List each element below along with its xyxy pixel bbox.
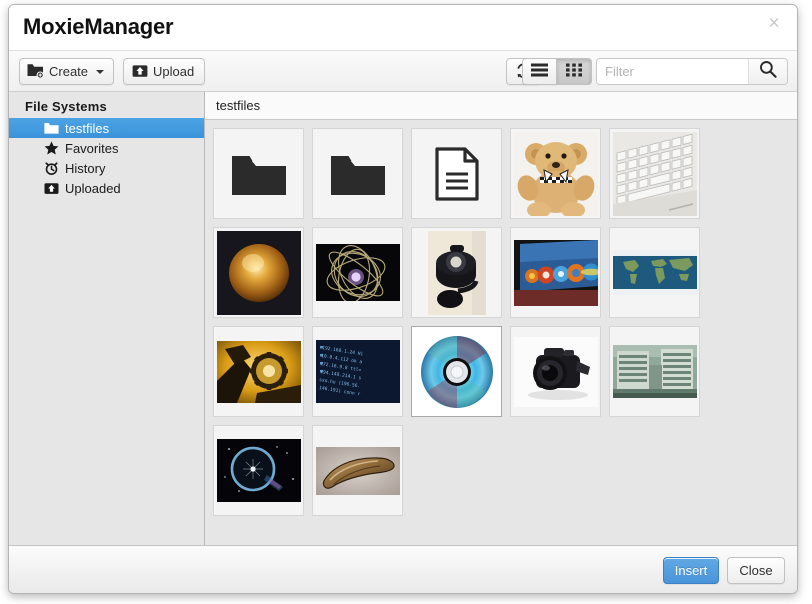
folder-add-icon xyxy=(27,63,44,81)
upload-button[interactable]: Upload xyxy=(123,58,206,85)
sidebar-item-label: Uploaded xyxy=(65,180,121,196)
browsers-thumbnail xyxy=(513,239,598,306)
claw-thumbnail xyxy=(315,446,400,495)
search-icon xyxy=(759,60,777,83)
sidebar-item-label: testfiles xyxy=(65,120,110,136)
star-icon xyxy=(44,141,59,156)
grid-item-folder-2[interactable] xyxy=(312,128,403,219)
grid-item-folder-1[interactable] xyxy=(213,128,304,219)
gear-thumbnail xyxy=(216,340,301,403)
folder-icon xyxy=(44,121,59,136)
grid-item-world-map[interactable] xyxy=(609,227,700,318)
keyboard-thumbnail xyxy=(612,131,697,216)
search-button[interactable] xyxy=(748,59,787,84)
view-mode-group xyxy=(522,58,592,85)
sidebar-item-history[interactable]: History xyxy=(9,158,204,178)
grid-item-camera[interactable] xyxy=(510,326,601,417)
breadcrumb: testfiles xyxy=(205,92,797,120)
sidebar: File Systems testfiles Favorites History… xyxy=(9,92,205,545)
grid-item-light-trails[interactable] xyxy=(312,227,403,318)
grid-item-keyboard[interactable] xyxy=(609,128,700,219)
buildings-thumbnail xyxy=(612,345,697,398)
toolbar: Create Upload xyxy=(9,51,797,92)
light-trails-thumbnail xyxy=(315,244,400,301)
sidebar-item-uploaded[interactable]: Uploaded xyxy=(9,178,204,198)
grid-item-golden-orb[interactable] xyxy=(213,227,304,318)
grid-item-telephone[interactable] xyxy=(411,227,502,318)
compact-disc-thumbnail xyxy=(417,332,496,411)
telephone-thumbnail xyxy=(427,230,486,315)
insert-button[interactable]: Insert xyxy=(663,557,719,584)
grid-item-browsers[interactable] xyxy=(510,227,601,318)
grid-item-teddy-bear[interactable] xyxy=(510,128,601,219)
list-view-button[interactable] xyxy=(522,58,557,85)
document-icon xyxy=(434,146,479,201)
camera-thumbnail xyxy=(513,336,598,407)
breadcrumb-path: testfiles xyxy=(216,98,261,113)
chevron-down-icon xyxy=(96,69,105,74)
code-screen-thumbnail: 192.168.1.24 Hi 10.0.4.112 ok a 172.16.9… xyxy=(315,340,400,403)
close-icon[interactable]: × xyxy=(764,14,784,34)
create-button-label: Create xyxy=(49,64,89,79)
sidebar-item-testfiles[interactable]: testfiles xyxy=(9,118,204,138)
folder-icon xyxy=(330,155,385,195)
grid-item-compact-disc[interactable] xyxy=(411,326,502,417)
sidebar-item-label: History xyxy=(65,160,106,176)
dialog-body: File Systems testfiles Favorites History… xyxy=(9,92,797,545)
filter-input[interactable] xyxy=(597,59,748,84)
close-button[interactable]: Close xyxy=(727,557,785,584)
dialog-titlebar: MoxieManager × xyxy=(9,5,797,51)
sidebar-title: File Systems xyxy=(25,99,107,114)
upload-button-label: Upload xyxy=(153,64,195,79)
grid-item-claw[interactable] xyxy=(312,425,403,516)
grid-item-blue-ring[interactable] xyxy=(213,425,304,516)
blue-ring-thumbnail xyxy=(216,439,301,502)
grid-view-button[interactable] xyxy=(557,58,592,85)
moxiemanager-dialog: MoxieManager × Create Upload Filter File… xyxy=(8,4,798,594)
grid-item-gear[interactable] xyxy=(213,326,304,417)
upload-icon xyxy=(132,63,148,81)
create-button[interactable]: Create xyxy=(19,58,115,85)
teddy-bear-thumbnail xyxy=(513,131,598,216)
sidebar-item-label: Favorites xyxy=(65,140,119,156)
upload-icon xyxy=(44,181,59,196)
grid-item-document[interactable] xyxy=(411,128,502,219)
content-panel: testfiles 192.168.1.24 Hi 10.0.4.112 ok … xyxy=(205,92,797,545)
grid-item-buildings[interactable] xyxy=(609,326,700,417)
sidebar-item-favorites[interactable]: Favorites xyxy=(9,138,204,158)
folder-icon xyxy=(231,155,286,195)
dialog-footer: Insert Close xyxy=(9,545,797,593)
filter-field-wrapper xyxy=(596,58,788,85)
file-grid: 192.168.1.24 Hi 10.0.4.112 ok a 172.16.9… xyxy=(205,120,797,545)
list-view-icon xyxy=(531,63,548,80)
grid-view-icon xyxy=(566,63,582,80)
clock-icon xyxy=(44,161,59,176)
grid-item-code-screen[interactable]: 192.168.1.24 Hi 10.0.4.112 ok a 172.16.9… xyxy=(312,326,403,417)
page-title: MoxieManager xyxy=(23,14,174,39)
golden-orb-thumbnail xyxy=(216,230,301,315)
world-map-thumbnail xyxy=(612,250,697,295)
